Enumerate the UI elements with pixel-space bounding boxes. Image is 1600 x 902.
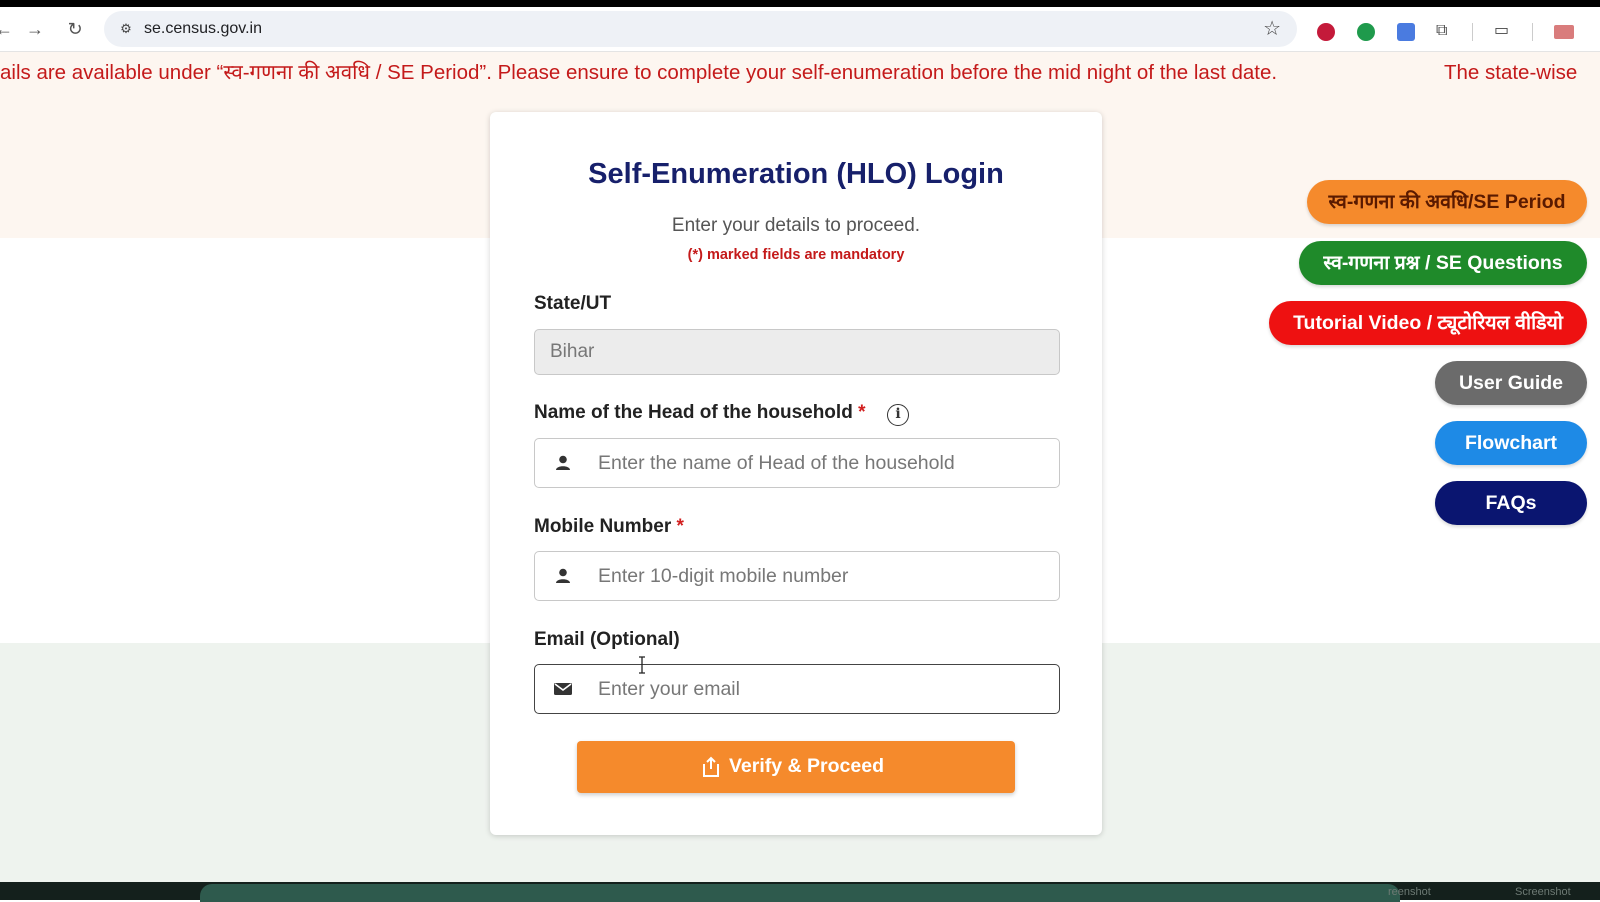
url-text: se.census.gov.in	[144, 20, 262, 37]
verify-proceed-button[interactable]: Verify & Proceed	[577, 741, 1015, 793]
browser-toolbar: ← → ↻ ⚙ se.census.gov.in ☆ ⧉ ▭	[0, 7, 1600, 52]
share-upload-icon	[703, 756, 719, 777]
head-name-label: Name of the Head of the household *	[534, 402, 866, 424]
tab-search-icon[interactable]: ▭	[1494, 20, 1509, 42]
page-title: Self-Enumeration (HLO) Login	[588, 158, 1004, 190]
forward-arrow-icon[interactable]: →	[23, 17, 47, 41]
required-asterisk: *	[858, 402, 866, 423]
required-asterisk: *	[676, 516, 684, 537]
email-placeholder: Enter your email	[598, 678, 740, 700]
se-period-button[interactable]: स्व-गणना की अवधि/SE Period	[1307, 180, 1587, 224]
login-card: Self-Enumeration (HLO) Login Enter your …	[490, 112, 1102, 835]
taskbar-strip: reenshot Screenshot	[0, 882, 1600, 902]
mobile-label-text: Mobile Number	[534, 516, 672, 537]
mobile-field[interactable]: Enter 10-digit mobile number	[534, 551, 1060, 601]
mandatory-note: (*) marked fields are mandatory	[687, 247, 905, 263]
state-field: Bihar	[534, 329, 1060, 375]
state-value: Bihar	[550, 341, 595, 362]
envelope-icon	[554, 683, 572, 695]
ticker-text: ails are available under “स्व-गणना की अव…	[0, 61, 1278, 84]
head-name-placeholder: Enter the name of Head of the household	[598, 452, 955, 474]
subtitle: Enter your details to proceed.	[671, 215, 921, 236]
dock-label: Screenshot	[1515, 886, 1571, 898]
site-settings-icon[interactable]: ⚙	[116, 19, 136, 39]
person-icon	[556, 455, 570, 470]
toolbar-divider	[1472, 23, 1473, 41]
back-arrow-icon[interactable]: ←	[0, 17, 16, 41]
ticker-text-next: The state-wise	[1444, 61, 1578, 84]
verify-proceed-label: Verify & Proceed	[729, 755, 884, 777]
text-cursor-icon	[639, 656, 645, 674]
state-label: State/UT	[534, 293, 612, 314]
tutorial-video-button[interactable]: Tutorial Video / ट्यूटोरियल वीडियो	[1269, 301, 1587, 345]
info-icon[interactable]: i	[887, 404, 909, 426]
bookmark-star-icon[interactable]: ☆	[1263, 17, 1281, 41]
profile-icon[interactable]	[1554, 25, 1574, 39]
head-name-label-text: Name of the Head of the household	[534, 402, 853, 423]
user-guide-button[interactable]: User Guide	[1435, 361, 1587, 405]
grammarly-icon[interactable]	[1357, 23, 1375, 41]
top-edge	[0, 0, 1600, 7]
email-field[interactable]: Enter your email	[534, 664, 1060, 714]
mobile-label: Mobile Number *	[534, 516, 684, 538]
translate-icon[interactable]	[1397, 23, 1415, 41]
head-name-field[interactable]: Enter the name of Head of the household	[534, 438, 1060, 488]
extensions-puzzle-icon[interactable]: ⧉	[1436, 20, 1447, 42]
extension-red-icon[interactable]	[1317, 23, 1335, 41]
faqs-button[interactable]: FAQs	[1435, 481, 1587, 525]
address-bar[interactable]: ⚙ se.census.gov.in ☆	[104, 11, 1297, 47]
email-label: Email (Optional)	[534, 629, 680, 650]
announcement-ticker: ails are available under “स्व-गणना की अव…	[0, 52, 1600, 94]
reload-icon[interactable]: ↻	[63, 17, 87, 41]
flowchart-button[interactable]: Flowchart	[1435, 421, 1587, 465]
person-icon	[556, 568, 570, 583]
dock-label: reenshot	[1388, 886, 1431, 898]
dock	[200, 884, 1400, 902]
mobile-placeholder: Enter 10-digit mobile number	[598, 565, 849, 587]
toolbar-divider	[1532, 23, 1533, 41]
se-questions-button[interactable]: स्व-गणना प्रश्न / SE Questions	[1299, 241, 1587, 285]
